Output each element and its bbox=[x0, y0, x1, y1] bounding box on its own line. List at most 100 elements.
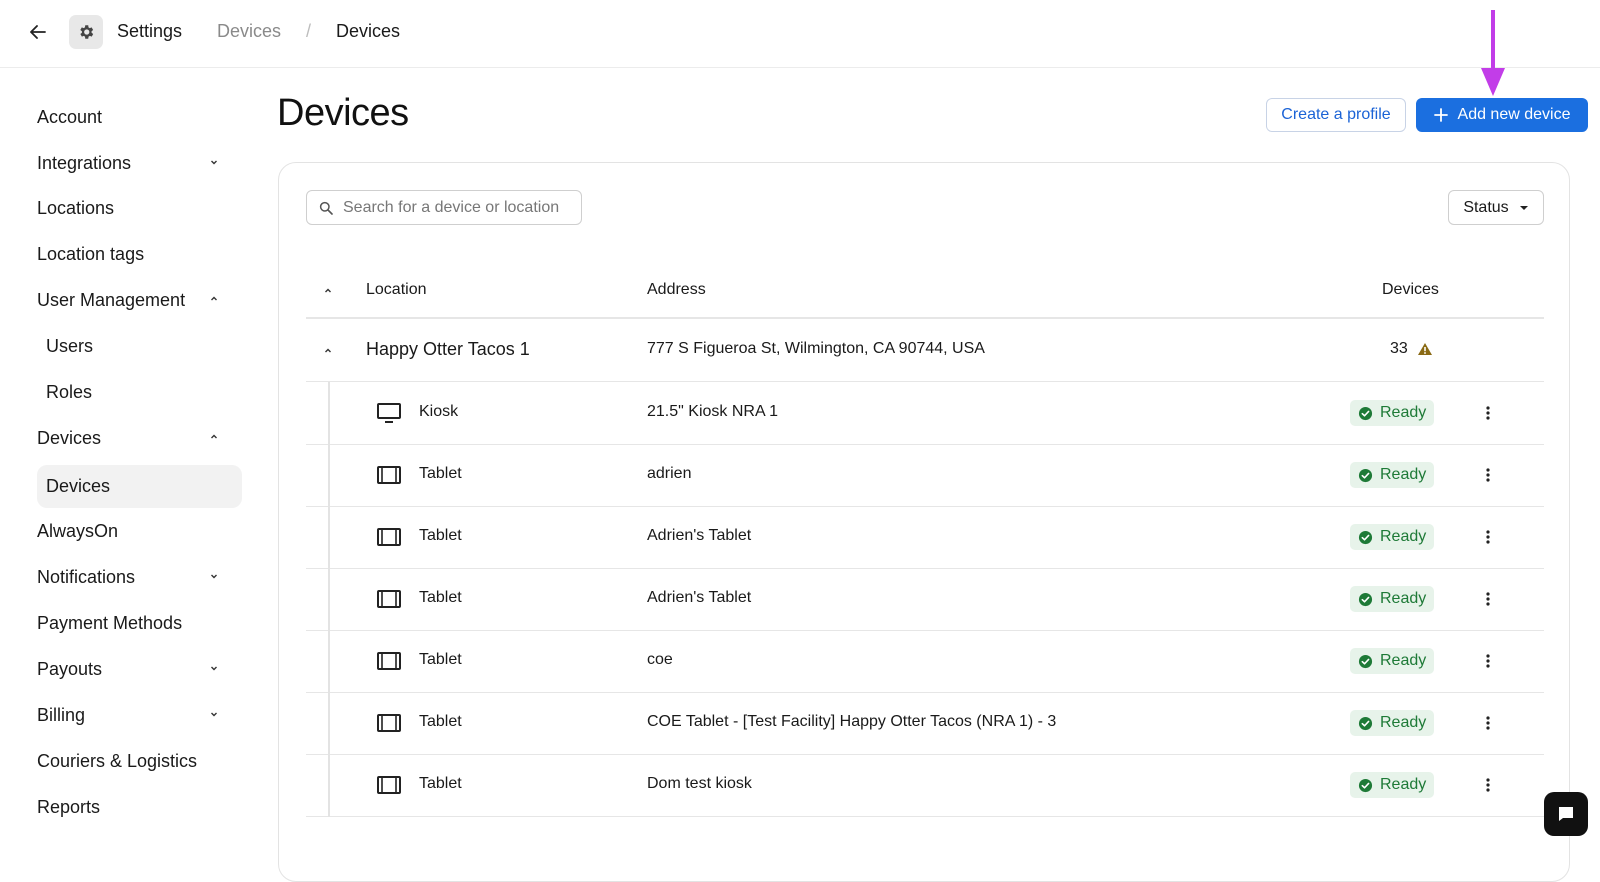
chevron-down-icon bbox=[211, 666, 217, 671]
status-badge: Ready bbox=[1350, 524, 1434, 550]
group-address: 777 S Figueroa St, Wilmington, CA 90744,… bbox=[647, 340, 985, 357]
row-menu-kebab-icon[interactable] bbox=[1478, 774, 1498, 796]
sidebar-item-payment-methods[interactable]: Payment Methods bbox=[37, 603, 242, 643]
tree-indent-line bbox=[328, 630, 330, 693]
back-arrow-icon[interactable] bbox=[26, 20, 50, 44]
tree-indent-line bbox=[328, 444, 330, 507]
chevron-up-icon bbox=[211, 434, 217, 439]
settings-gear-icon bbox=[69, 15, 103, 49]
check-circle-icon bbox=[1358, 406, 1373, 420]
search-icon bbox=[319, 201, 333, 215]
table-row[interactable]: Tablet coe Ready bbox=[306, 630, 1544, 693]
status-label: Ready bbox=[1380, 776, 1427, 793]
sidebar-item-user-management[interactable]: User Management bbox=[37, 280, 242, 320]
sidebar-item-location-tags[interactable]: Location tags bbox=[37, 234, 242, 274]
check-circle-icon bbox=[1358, 592, 1373, 606]
status-filter-dropdown[interactable]: Status bbox=[1448, 190, 1544, 225]
table-row[interactable]: Tablet COE Tablet - [Test Facility] Happy… bbox=[306, 692, 1544, 755]
add-new-device-button[interactable]: Add new device bbox=[1416, 98, 1588, 132]
group-location-name: Happy Otter Tacos 1 bbox=[366, 339, 530, 359]
sidebar-item-couriers-logistics[interactable]: Couriers & Logistics bbox=[37, 741, 242, 781]
device-type: Kiosk bbox=[419, 403, 459, 420]
sidebar-item-alwayson[interactable]: AlwaysOn bbox=[37, 511, 242, 551]
device-type: Tablet bbox=[419, 527, 462, 544]
check-circle-icon bbox=[1358, 654, 1373, 668]
sidebar-item-notifications[interactable]: Notifications bbox=[37, 557, 242, 597]
check-circle-icon bbox=[1358, 468, 1373, 482]
search-box bbox=[306, 190, 582, 225]
tree-indent-line bbox=[328, 506, 330, 569]
column-header-address[interactable]: Address bbox=[647, 281, 706, 299]
status-label: Ready bbox=[1380, 466, 1427, 483]
chevron-down-icon bbox=[211, 160, 217, 165]
sidebar-item-label: Couriers & Logistics bbox=[37, 750, 198, 771]
row-menu-kebab-icon[interactable] bbox=[1478, 588, 1498, 610]
sidebar: Account Integrations Locations Location … bbox=[0, 68, 262, 854]
sidebar-item-label: Roles bbox=[46, 381, 93, 402]
status-filter-label: Status bbox=[1463, 198, 1509, 216]
column-header-devices[interactable]: Devices bbox=[1382, 281, 1439, 299]
sidebar-item-label: Notifications bbox=[37, 566, 136, 587]
chevron-down-icon bbox=[211, 712, 217, 717]
group-device-count: 33 bbox=[1390, 340, 1408, 357]
sidebar-item-label: Payouts bbox=[37, 658, 103, 679]
collapse-all-chevron-icon[interactable] bbox=[322, 285, 334, 297]
device-type: Tablet bbox=[419, 589, 462, 606]
tablet-icon bbox=[376, 650, 402, 672]
sidebar-item-label: Users bbox=[46, 335, 94, 356]
chevron-up-icon[interactable] bbox=[322, 345, 334, 357]
search-input[interactable] bbox=[343, 198, 565, 217]
table-row[interactable]: Tablet Adrien's Tablet Ready bbox=[306, 568, 1544, 631]
row-menu-kebab-icon[interactable] bbox=[1478, 650, 1498, 672]
breadcrumb-devices-current: Devices bbox=[336, 21, 401, 41]
sidebar-item-locations[interactable]: Locations bbox=[37, 188, 242, 228]
device-name: coe bbox=[647, 651, 673, 668]
create-profile-button[interactable]: Create a profile bbox=[1266, 98, 1406, 132]
tablet-icon bbox=[376, 464, 402, 486]
row-menu-kebab-icon[interactable] bbox=[1478, 712, 1498, 734]
monitor-icon bbox=[376, 402, 402, 424]
sidebar-item-label: User Management bbox=[37, 289, 186, 310]
chevron-up-icon bbox=[211, 296, 217, 301]
check-circle-icon bbox=[1358, 716, 1373, 730]
table-row[interactable]: Tablet Dom test kiosk Ready bbox=[306, 754, 1544, 817]
sidebar-item-account[interactable]: Account bbox=[37, 97, 242, 137]
sidebar-item-label: Devices bbox=[37, 427, 102, 448]
status-label: Ready bbox=[1380, 590, 1427, 607]
breadcrumb-devices-parent[interactable]: Devices bbox=[217, 21, 281, 42]
location-group-row[interactable]: Happy Otter Tacos 1 777 S Figueroa St, W… bbox=[306, 319, 1544, 382]
sidebar-item-integrations[interactable]: Integrations bbox=[37, 143, 242, 183]
caret-down-icon bbox=[1519, 205, 1528, 210]
status-label: Ready bbox=[1380, 714, 1427, 731]
tablet-icon bbox=[376, 526, 402, 548]
sidebar-item-users[interactable]: Users bbox=[37, 326, 242, 366]
sidebar-item-devices-sub[interactable]: Devices bbox=[37, 465, 242, 508]
tree-indent-line bbox=[328, 692, 330, 755]
chevron-down-icon bbox=[211, 574, 217, 579]
sidebar-item-label: Billing bbox=[37, 704, 86, 725]
table-row[interactable]: Tablet adrien Ready bbox=[306, 444, 1544, 507]
check-circle-icon bbox=[1358, 778, 1373, 792]
row-menu-kebab-icon[interactable] bbox=[1478, 402, 1498, 424]
row-menu-kebab-icon[interactable] bbox=[1478, 526, 1498, 548]
status-badge: Ready bbox=[1350, 772, 1434, 798]
chat-icon bbox=[1559, 807, 1573, 821]
column-header-location[interactable]: Location bbox=[366, 281, 427, 299]
sidebar-item-roles[interactable]: Roles bbox=[37, 372, 242, 412]
breadcrumb-separator: / bbox=[306, 21, 312, 41]
tree-indent-line bbox=[328, 382, 330, 445]
row-menu-kebab-icon[interactable] bbox=[1478, 464, 1498, 486]
check-circle-icon bbox=[1358, 530, 1373, 544]
sidebar-item-devices[interactable]: Devices bbox=[37, 418, 242, 458]
sidebar-item-label: Reports bbox=[37, 796, 101, 817]
top-bar: Settings Devices / Devices bbox=[0, 0, 1600, 68]
sidebar-item-reports[interactable]: Reports bbox=[37, 787, 242, 827]
device-name: 21.5" Kiosk NRA 1 bbox=[647, 403, 779, 420]
sidebar-item-label: Integrations bbox=[37, 152, 132, 173]
chat-button[interactable] bbox=[1544, 792, 1588, 836]
sidebar-item-payouts[interactable]: Payouts bbox=[37, 649, 242, 689]
sidebar-item-billing[interactable]: Billing bbox=[37, 695, 242, 735]
table-row[interactable]: Tablet Adrien's Tablet Ready bbox=[306, 506, 1544, 569]
devices-card: Status Location Address Devices Happy Ot… bbox=[278, 162, 1570, 882]
table-row[interactable]: Kiosk 21.5" Kiosk NRA 1 Ready bbox=[306, 382, 1544, 445]
